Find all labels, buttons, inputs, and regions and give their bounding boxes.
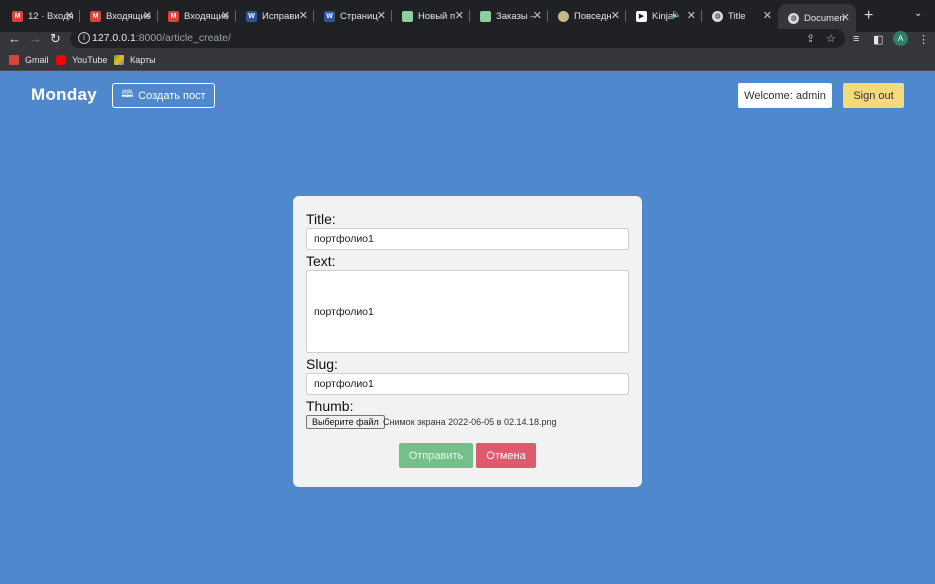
title-input[interactable]: портфолио1 xyxy=(306,228,629,250)
close-icon[interactable]: ✕ xyxy=(455,9,464,22)
close-icon[interactable]: ✕ xyxy=(143,9,152,22)
selected-file-name: Снимок экрана 2022-06-05 в 02.14.18.png xyxy=(383,417,557,427)
play-icon: ▶ xyxy=(636,10,647,22)
chevron-down-icon[interactable]: ⌄ xyxy=(914,8,922,19)
info-icon[interactable]: i xyxy=(78,32,90,44)
circle-icon xyxy=(558,10,569,22)
close-icon[interactable]: ✕ xyxy=(377,9,386,22)
welcome-badge: Welcome: admin xyxy=(738,83,832,108)
close-icon[interactable]: ✕ xyxy=(299,9,308,22)
globe-icon: ◍ xyxy=(788,12,799,24)
word-icon: W xyxy=(324,10,335,22)
browser-tab[interactable]: Заказы – ✕ xyxy=(470,5,548,27)
profile-avatar[interactable]: A xyxy=(893,31,908,46)
slug-input[interactable]: портфолио1 xyxy=(306,373,629,395)
share-icon[interactable]: ⇪ xyxy=(806,32,815,45)
cancel-button[interactable]: Отмена xyxy=(476,443,536,468)
text-label: Text: xyxy=(306,253,336,269)
sheet-icon xyxy=(402,10,413,22)
book-icon: 🕮 xyxy=(121,89,134,100)
site-logo[interactable]: Monday xyxy=(31,85,97,105)
browser-tab[interactable]: M 12 · Входя ✕ xyxy=(2,5,80,27)
bookmark-maps[interactable]: Карты xyxy=(114,55,156,65)
forward-icon[interactable]: → xyxy=(29,32,42,46)
article-form-card: Title: портфолио1 Text: портфолио1 Slug:… xyxy=(293,196,642,487)
close-icon[interactable]: ✕ xyxy=(763,9,772,22)
close-icon[interactable]: ✕ xyxy=(841,11,850,24)
close-icon[interactable]: ✕ xyxy=(687,9,696,22)
choose-file-button[interactable]: Выберите файл xyxy=(306,415,385,429)
sheet-icon xyxy=(480,10,491,22)
globe-icon: ◍ xyxy=(712,10,723,22)
submit-button[interactable]: Отправить xyxy=(399,443,473,468)
browser-tab-strip: M 12 · Входя ✕ M Входящие ✕ M Входящие ✕… xyxy=(0,0,935,32)
browser-tab[interactable]: Новый п ✕ xyxy=(392,5,470,27)
browser-tab[interactable]: W Страниц ✕ xyxy=(314,5,392,27)
youtube-icon xyxy=(56,55,66,65)
browser-tab[interactable]: Повседн ✕ xyxy=(548,5,626,27)
gmail-icon: M xyxy=(90,10,101,22)
gmail-icon: M xyxy=(168,10,179,22)
reading-list-icon[interactable]: ≡ xyxy=(853,33,859,45)
word-icon: W xyxy=(246,10,257,22)
sidebar-icon[interactable]: ◧ xyxy=(873,33,883,46)
reload-icon[interactable]: ↻ xyxy=(50,32,61,46)
browser-tab[interactable]: ◍ Title ✕ xyxy=(702,5,778,27)
slug-label: Slug: xyxy=(306,356,338,372)
address-bar[interactable]: i 127.0.0.1:8000/article_create/ ⇪ ☆ xyxy=(70,29,845,48)
close-icon[interactable]: ✕ xyxy=(221,9,230,22)
text-textarea[interactable]: портфолио1 xyxy=(306,270,629,353)
bookmark-youtube[interactable]: YouTube xyxy=(56,55,107,65)
title-label: Title: xyxy=(306,211,336,227)
create-post-button[interactable]: 🕮 Создать пост xyxy=(112,83,215,108)
gmail-icon: M xyxy=(12,10,23,22)
browser-tab[interactable]: M Входящие ✕ xyxy=(158,5,236,27)
bookmark-gmail[interactable]: Gmail xyxy=(9,55,49,65)
browser-tab[interactable]: M Входящие ✕ xyxy=(80,5,158,27)
close-icon[interactable]: ✕ xyxy=(533,9,542,22)
gmail-icon xyxy=(9,55,19,65)
maps-icon xyxy=(114,55,124,65)
close-icon[interactable]: ✕ xyxy=(611,9,620,22)
browser-tab[interactable]: ▶ Kinja 🔈 ✕ xyxy=(626,5,702,27)
url-text[interactable]: 127.0.0.1:8000/article_create/ xyxy=(92,32,231,44)
thumb-label: Thumb: xyxy=(306,398,354,414)
sign-out-button[interactable]: Sign out xyxy=(843,83,904,108)
star-icon[interactable]: ☆ xyxy=(826,32,836,45)
bookmarks-bar: Gmail YouTube Карты xyxy=(0,50,935,71)
back-icon[interactable]: ← xyxy=(8,32,21,46)
new-tab-icon[interactable]: + xyxy=(864,8,873,24)
close-icon[interactable]: ✕ xyxy=(65,9,74,22)
browser-tab-active[interactable]: ◍ Documen ✕ xyxy=(778,4,856,32)
browser-tab[interactable]: W Исправи ✕ xyxy=(236,5,314,27)
speaker-icon[interactable]: 🔈 xyxy=(671,9,682,20)
kebab-menu-icon[interactable]: ⋮ xyxy=(918,33,929,46)
